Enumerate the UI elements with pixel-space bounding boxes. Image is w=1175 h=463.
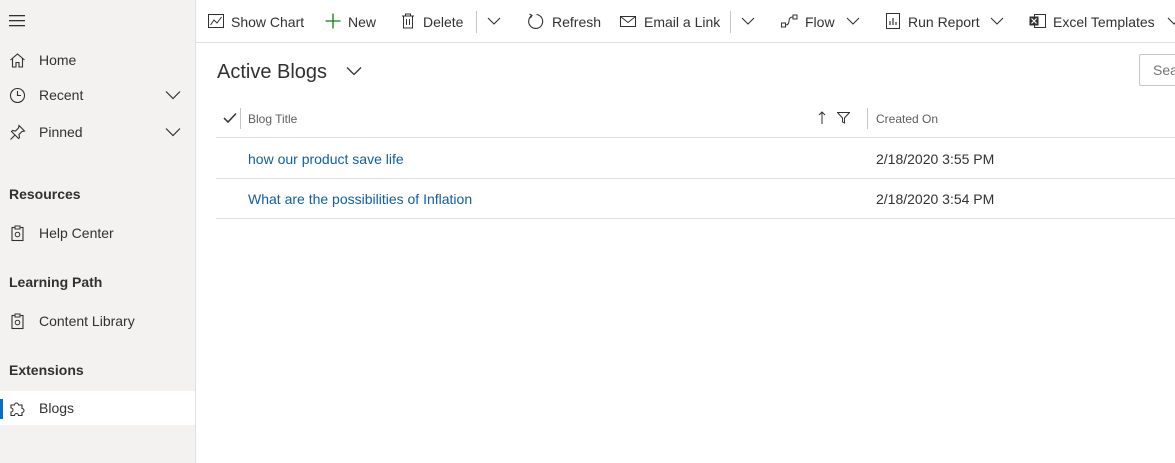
chevron-down-icon bbox=[487, 17, 501, 25]
clock-icon bbox=[9, 87, 26, 104]
column-divider bbox=[240, 108, 241, 129]
created-on-value: 2/18/2020 3:55 PM bbox=[876, 151, 995, 167]
sidebar-item-label: Recent bbox=[39, 87, 84, 103]
sidebar-item-label: Content Library bbox=[39, 313, 135, 329]
view-title[interactable]: Active Blogs bbox=[217, 61, 327, 84]
excel-icon bbox=[1029, 14, 1046, 28]
view-selector-chevron-icon[interactable] bbox=[346, 66, 362, 76]
home-icon bbox=[10, 53, 25, 68]
sidebar-item-label: Home bbox=[39, 52, 77, 68]
sort-ascending-icon[interactable] bbox=[818, 111, 826, 125]
chevron-down-icon[interactable] bbox=[990, 13, 1004, 29]
chevron-down-icon[interactable] bbox=[165, 90, 181, 100]
divider bbox=[476, 11, 477, 33]
chart-icon bbox=[208, 14, 224, 28]
chevron-down-icon bbox=[741, 17, 755, 25]
section-heading-learning-path: Learning Path bbox=[9, 274, 103, 290]
trash-icon bbox=[402, 13, 414, 29]
report-icon bbox=[886, 13, 900, 29]
search-input[interactable] bbox=[1139, 54, 1175, 86]
divider bbox=[730, 11, 731, 33]
filter-icon[interactable] bbox=[837, 112, 850, 124]
sidebar-item-recent[interactable]: Recent bbox=[0, 78, 195, 112]
sidebar-item-pinned[interactable]: Pinned bbox=[0, 115, 195, 149]
column-header-created-on[interactable]: Created On bbox=[876, 112, 938, 126]
email-link-icon bbox=[620, 16, 636, 27]
chevron-down-icon[interactable] bbox=[1167, 13, 1175, 29]
sidebar-item-content-library[interactable]: Content Library bbox=[0, 304, 195, 338]
column-divider bbox=[867, 108, 868, 129]
plus-icon bbox=[325, 13, 341, 29]
sidebar-item-home[interactable]: Home bbox=[0, 43, 195, 77]
section-heading-resources: Resources bbox=[9, 186, 81, 202]
pin-icon bbox=[10, 124, 26, 140]
sidebar: Home Recent Pinned Resources Help Center… bbox=[0, 0, 196, 463]
chevron-down-icon[interactable] bbox=[846, 13, 860, 29]
sidebar-item-label: Pinned bbox=[39, 124, 83, 140]
book-icon bbox=[11, 225, 24, 242]
blog-title-link[interactable]: What are the possibilities of Inflation bbox=[248, 191, 472, 207]
sidebar-item-help-center[interactable]: Help Center bbox=[0, 216, 195, 250]
book-icon bbox=[11, 313, 24, 330]
sidebar-item-label: Blogs bbox=[39, 400, 75, 416]
selection-indicator bbox=[0, 399, 3, 419]
created-on-value: 2/18/2020 3:54 PM bbox=[876, 191, 995, 207]
section-heading-extensions: Extensions bbox=[9, 362, 84, 378]
chevron-down-icon[interactable] bbox=[165, 127, 181, 137]
column-header-blog-title[interactable]: Blog Title bbox=[248, 112, 297, 126]
flow-icon bbox=[781, 14, 798, 28]
hamburger-menu-icon[interactable] bbox=[9, 14, 25, 28]
sidebar-item-blogs[interactable]: Blogs bbox=[0, 391, 195, 425]
sidebar-item-label: Help Center bbox=[39, 225, 114, 241]
table-row[interactable]: how our product save life 2/18/2020 3:55… bbox=[216, 139, 1175, 179]
table-row[interactable]: What are the possibilities of Inflation … bbox=[216, 179, 1175, 219]
refresh-icon bbox=[528, 13, 544, 29]
grid-header: Blog Title Created On bbox=[216, 100, 1175, 138]
puzzle-icon bbox=[10, 402, 25, 417]
select-all-checkmark-icon[interactable] bbox=[223, 112, 237, 124]
blog-title-link[interactable]: how our product save life bbox=[248, 151, 404, 167]
